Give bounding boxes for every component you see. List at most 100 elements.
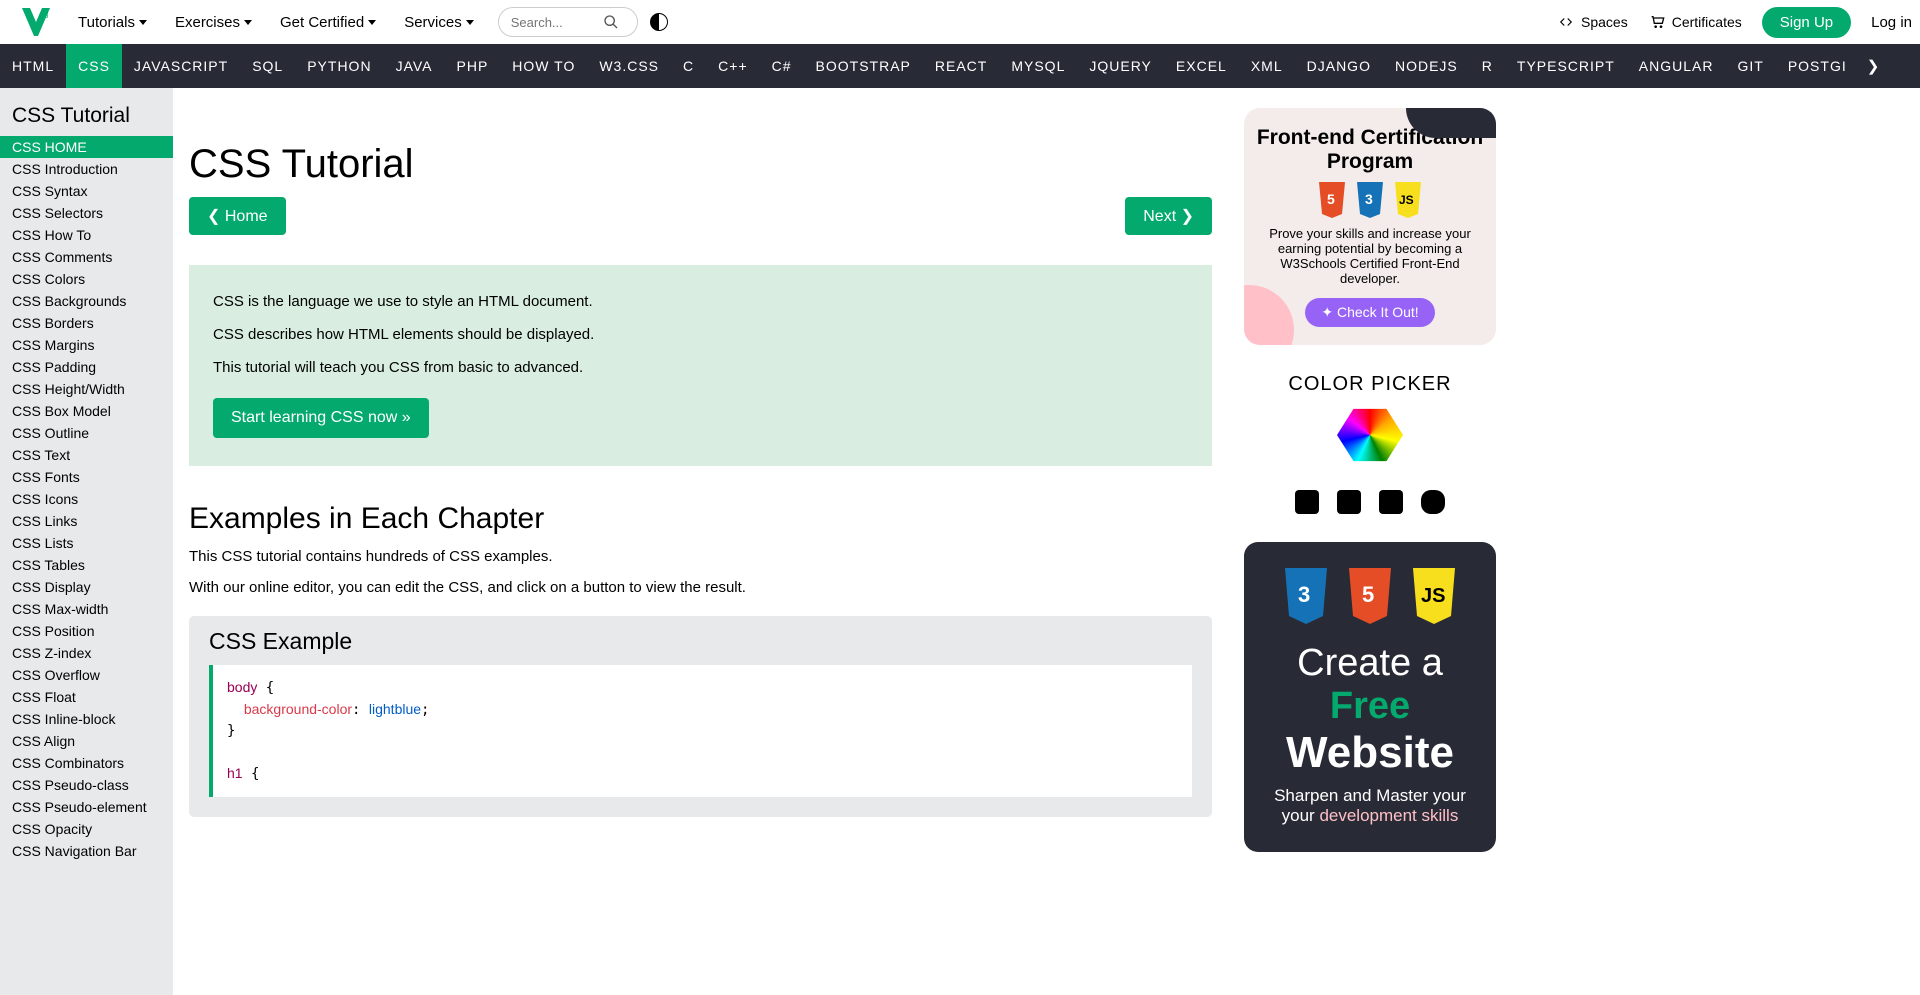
sidebar-item[interactable]: CSS Float [0, 686, 173, 708]
sidebar-item[interactable]: CSS Icons [0, 488, 173, 510]
sidebar-item[interactable]: CSS Position [0, 620, 173, 642]
sidebar-item[interactable]: CSS Max-width [0, 598, 173, 620]
next-button[interactable]: Next ❯ [1125, 197, 1212, 235]
w3schools-logo[interactable]: 3 [18, 4, 54, 40]
nav-java[interactable]: JAVA [384, 44, 445, 88]
svg-text:JS: JS [1399, 193, 1414, 207]
nav-c#[interactable]: C# [760, 44, 804, 88]
spaces-link[interactable]: Spaces [1557, 14, 1628, 30]
menu-tutorials[interactable]: Tutorials [64, 14, 161, 31]
nav-r[interactable]: R [1470, 44, 1505, 88]
sidebar-item[interactable]: CSS Outline [0, 422, 173, 444]
home-button[interactable]: ❮ Home [189, 197, 286, 235]
nav-css[interactable]: CSS [66, 44, 122, 88]
html5-icon: 5 [1316, 182, 1348, 218]
right-sidebar: Front-end Certification Program 5 3 JS P… [1228, 88, 1512, 995]
nav-jquery[interactable]: JQUERY [1077, 44, 1164, 88]
sidebar-item[interactable]: CSS Z-index [0, 642, 173, 664]
color-picker-icon[interactable] [1337, 406, 1403, 464]
menu-services[interactable]: Services [390, 14, 488, 31]
sidebar-item[interactable]: CSS Align [0, 730, 173, 752]
sidebar: CSS Tutorial CSS HOMECSS IntroductionCSS… [0, 88, 173, 995]
sidebar-item[interactable]: CSS Opacity [0, 818, 173, 840]
dark-mode-toggle[interactable] [650, 13, 668, 31]
promo-line2: Website [1254, 728, 1486, 778]
examples-p2: With our online editor, you can edit the… [189, 579, 1212, 596]
nav-bootstrap[interactable]: BOOTSTRAP [804, 44, 923, 88]
nav-react[interactable]: REACT [923, 44, 999, 88]
sidebar-item[interactable]: CSS Colors [0, 268, 173, 290]
facebook-icon[interactable] [1295, 490, 1319, 514]
intro-line-1: CSS is the language we use to style an H… [213, 293, 1188, 310]
menu-getcertified[interactable]: Get Certified [266, 14, 390, 31]
linkedin-icon[interactable] [1379, 490, 1403, 514]
nav-sql[interactable]: SQL [240, 44, 295, 88]
nav-git[interactable]: GIT [1725, 44, 1775, 88]
nav-how to[interactable]: HOW TO [500, 44, 587, 88]
nav-mysql[interactable]: MYSQL [999, 44, 1077, 88]
nav-excel[interactable]: EXCEL [1164, 44, 1239, 88]
search-box[interactable] [498, 7, 638, 37]
sidebar-item[interactable]: CSS Comments [0, 246, 173, 268]
sidebar-item[interactable]: CSS Pseudo-element [0, 796, 173, 818]
sidebar-item[interactable]: CSS Overflow [0, 664, 173, 686]
certificates-link[interactable]: Certificates [1648, 14, 1742, 30]
promo-sub: Sharpen and Master youryour development … [1254, 786, 1486, 826]
check-it-out-button[interactable]: ✦ Check It Out! [1305, 298, 1434, 327]
sidebar-item[interactable]: CSS Lists [0, 532, 173, 554]
nav-nodejs[interactable]: NODEJS [1383, 44, 1470, 88]
sidebar-item[interactable]: CSS Text [0, 444, 173, 466]
sidebar-item[interactable]: CSS HOME [0, 136, 173, 158]
sidebar-item[interactable]: CSS Borders [0, 312, 173, 334]
sidebar-item[interactable]: CSS Inline-block [0, 708, 173, 730]
sidebar-item[interactable]: CSS Padding [0, 356, 173, 378]
subject-navbar: HTMLCSSJAVASCRIPTSQLPYTHONJAVAPHPHOW TOW… [0, 44, 1920, 88]
sidebar-item[interactable]: CSS Fonts [0, 466, 173, 488]
cert-promo[interactable]: Front-end Certification Program 5 3 JS P… [1244, 108, 1496, 345]
nav-django[interactable]: DJANGO [1295, 44, 1383, 88]
sidebar-item[interactable]: CSS Syntax [0, 180, 173, 202]
sidebar-list: CSS HOMECSS IntroductionCSS SyntaxCSS Se… [0, 136, 173, 862]
nav-w3.css[interactable]: W3.CSS [587, 44, 671, 88]
menu-exercises[interactable]: Exercises [161, 14, 266, 31]
login-button[interactable]: Log in [1871, 14, 1912, 31]
search-icon[interactable] [603, 14, 619, 30]
sidebar-item[interactable]: CSS Navigation Bar [0, 840, 173, 862]
sidebar-item[interactable]: CSS How To [0, 224, 173, 246]
sidebar-item[interactable]: CSS Tables [0, 554, 173, 576]
sidebar-item[interactable]: CSS Margins [0, 334, 173, 356]
sidebar-item[interactable]: CSS Pseudo-class [0, 774, 173, 796]
nav-php[interactable]: PHP [445, 44, 501, 88]
nav-scroll-right[interactable]: ❯ [1859, 57, 1888, 75]
css3-shield-icon: 3 [1281, 568, 1331, 624]
sidebar-item[interactable]: CSS Height/Width [0, 378, 173, 400]
nav-javascript[interactable]: JAVASCRIPT [122, 44, 240, 88]
nav-html[interactable]: HTML [0, 44, 66, 88]
free-website-promo[interactable]: 3 5 JS Create a Free Website Sharpen and… [1244, 542, 1496, 852]
nav-python[interactable]: PYTHON [295, 44, 383, 88]
sidebar-item[interactable]: CSS Selectors [0, 202, 173, 224]
sidebar-item[interactable]: CSS Combinators [0, 752, 173, 774]
instagram-icon[interactable] [1337, 490, 1361, 514]
code-icon [1557, 15, 1575, 29]
nav-postgi[interactable]: POSTGI [1776, 44, 1859, 88]
start-learning-button[interactable]: Start learning CSS now » [213, 398, 429, 438]
nav-angular[interactable]: ANGULAR [1627, 44, 1726, 88]
discord-icon[interactable] [1421, 490, 1445, 514]
svg-text:3: 3 [1365, 191, 1373, 207]
page-title: CSS Tutorial [189, 142, 1212, 187]
signup-button[interactable]: Sign Up [1762, 7, 1851, 38]
cert-desc: Prove your skills and increase your earn… [1254, 226, 1486, 286]
intro-line-3: This tutorial will teach you CSS from ba… [213, 359, 1188, 376]
nav-c[interactable]: C [671, 44, 706, 88]
sidebar-item[interactable]: CSS Links [0, 510, 173, 532]
sidebar-item[interactable]: CSS Introduction [0, 158, 173, 180]
search-input[interactable] [511, 15, 603, 30]
nav-xml[interactable]: XML [1239, 44, 1295, 88]
sidebar-item[interactable]: CSS Backgrounds [0, 290, 173, 312]
sidebar-item[interactable]: CSS Box Model [0, 400, 173, 422]
sidebar-item[interactable]: CSS Display [0, 576, 173, 598]
nav-c++[interactable]: C++ [706, 44, 759, 88]
cart-icon [1648, 14, 1666, 30]
nav-typescript[interactable]: TYPESCRIPT [1505, 44, 1627, 88]
